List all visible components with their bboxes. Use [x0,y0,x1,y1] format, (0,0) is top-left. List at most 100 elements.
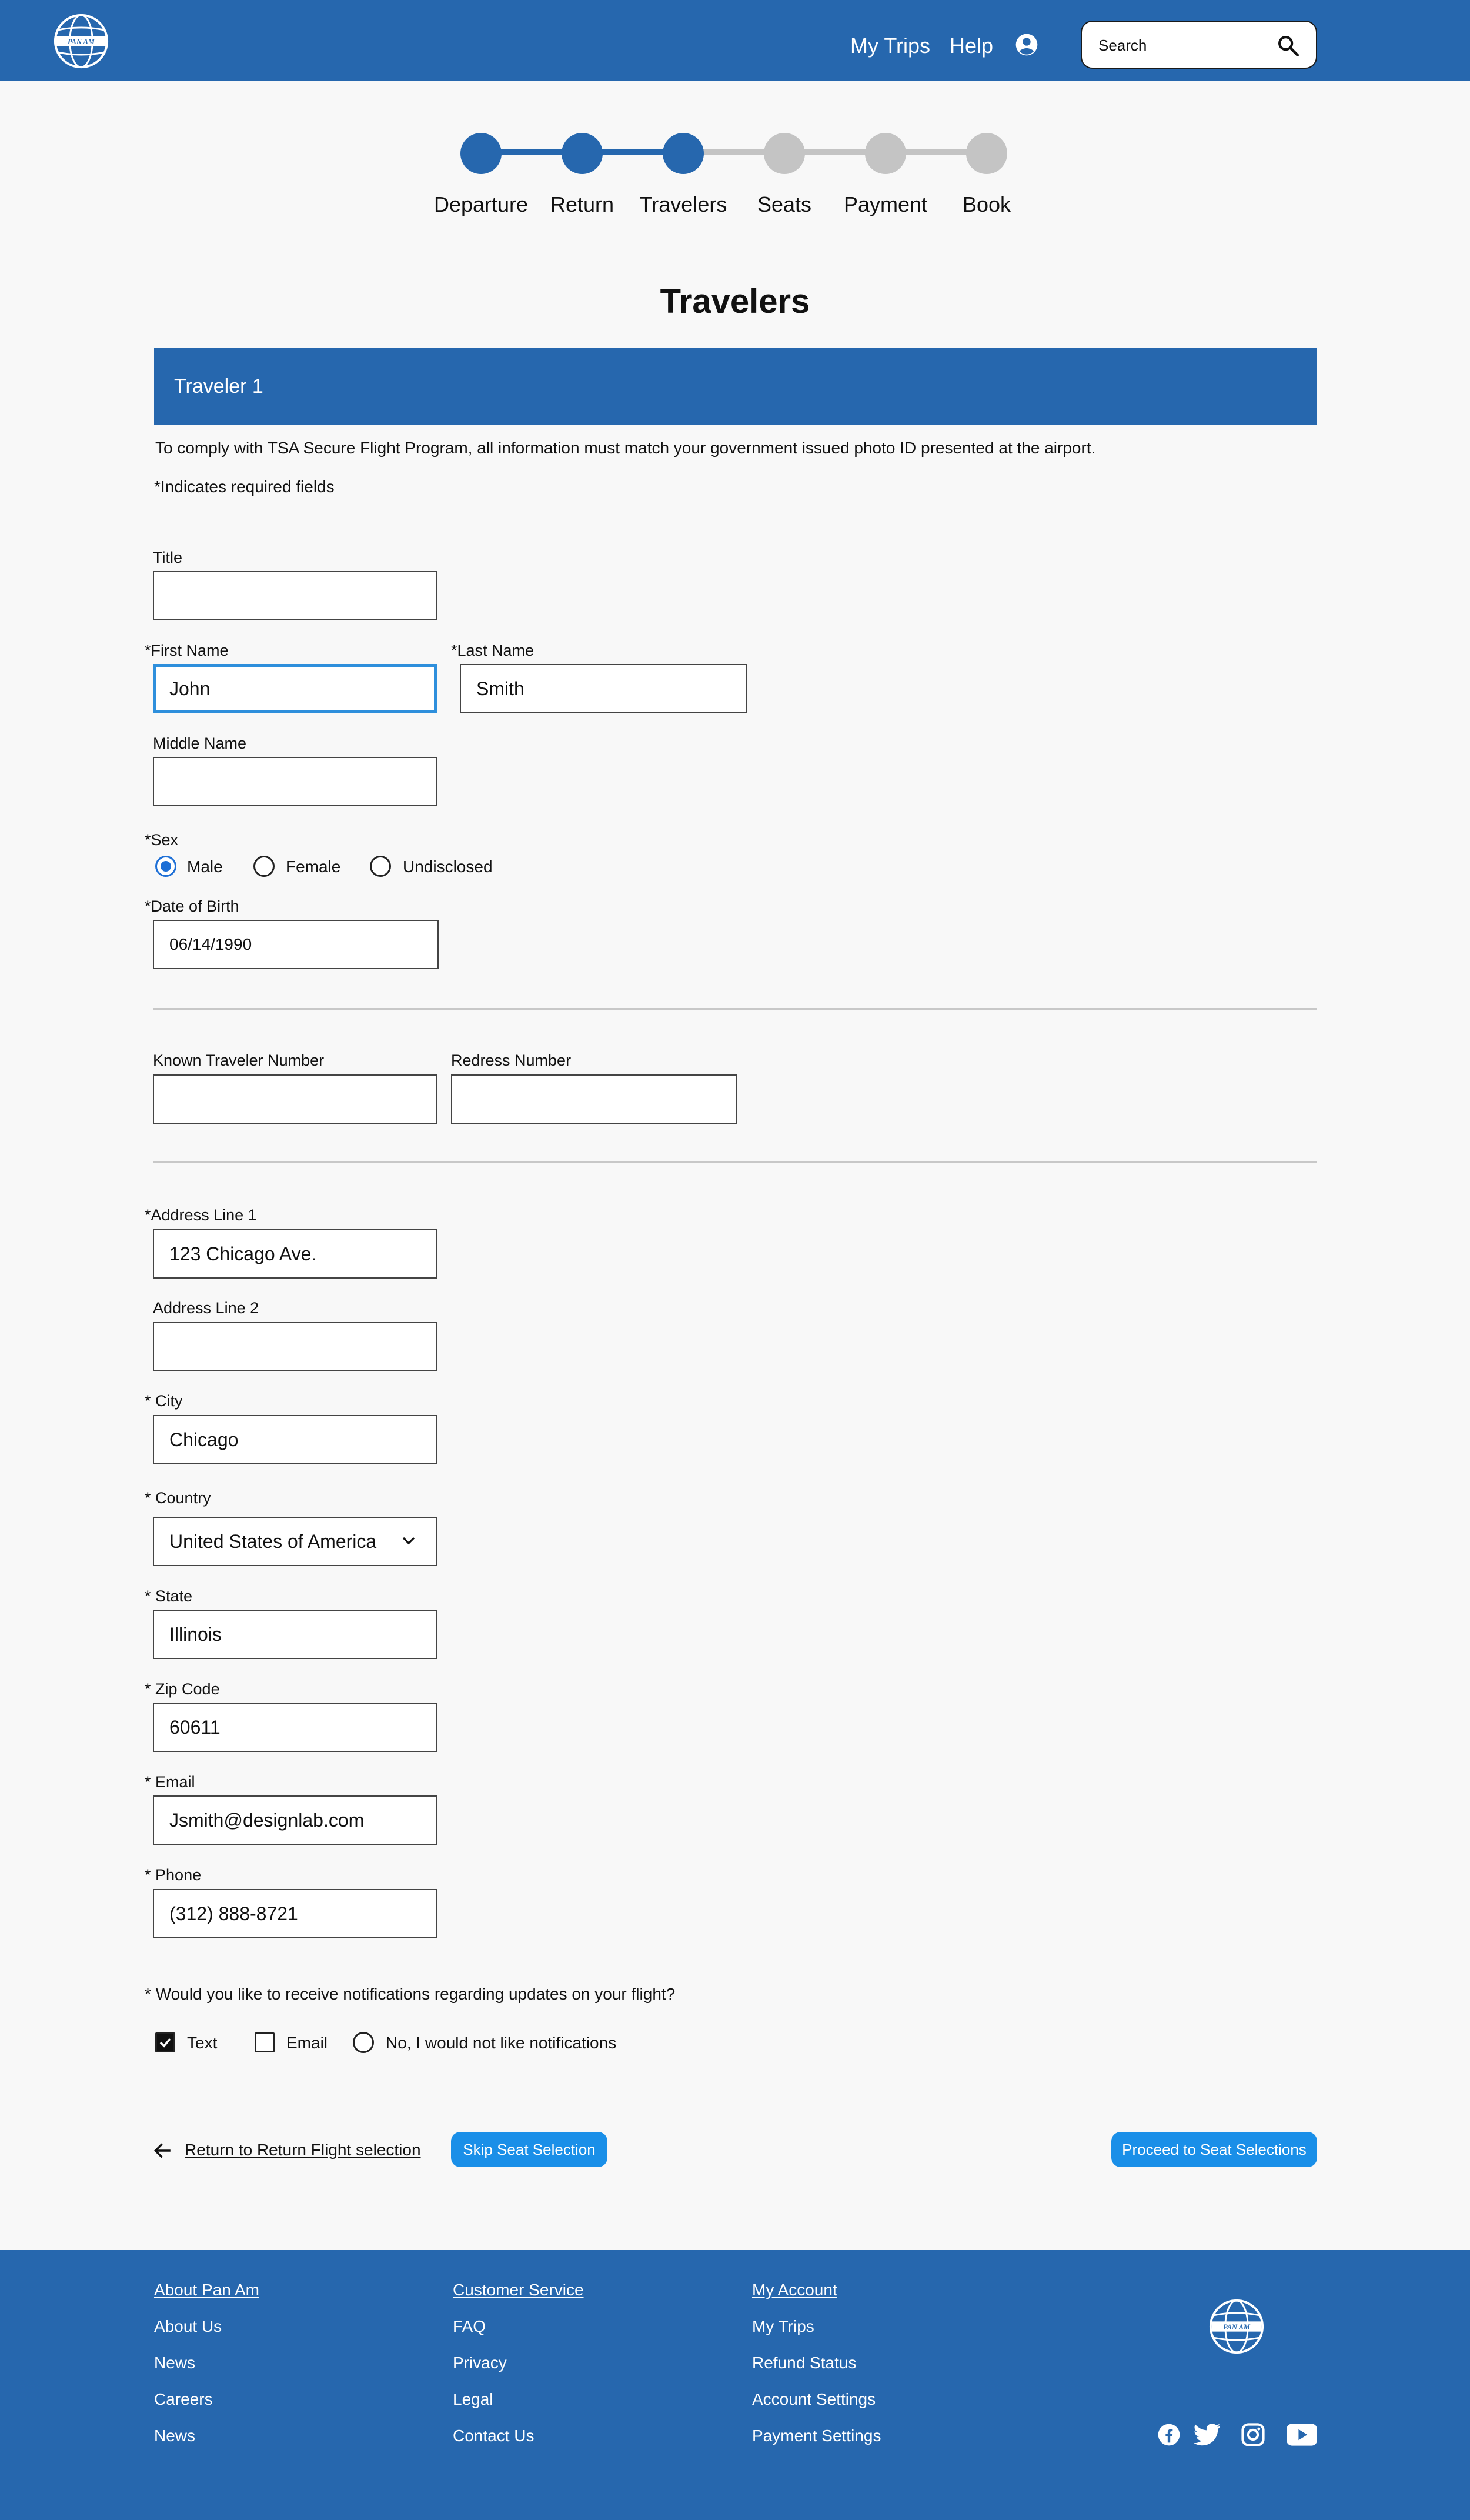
top-header: PAN AM My Trips Help [0,0,1470,81]
footer-contact-us[interactable]: Contact Us [453,2425,534,2446]
state-input[interactable] [169,1611,416,1658]
footer-about-pan-am[interactable]: About Pan Am [154,2279,259,2301]
nav-help[interactable]: Help [950,33,993,59]
skip-seat-selection-button[interactable]: Skip Seat Selection [451,2132,607,2167]
required-marker: * [145,1866,151,1884]
last-name-label-text: Last Name [457,642,534,659]
search-icon[interactable] [1276,34,1301,58]
notifications-question-text: Would you like to receive notifications … [155,1985,676,2003]
sex-male-radio[interactable] [155,856,176,877]
known-traveler-label: Known Traveler Number [153,1052,325,1069]
pan-am-logo[interactable]: PAN AM [53,13,109,69]
country-value[interactable] [169,1518,416,1565]
known-traveler-field[interactable] [153,1074,437,1124]
phone-label-text: Phone [155,1866,202,1884]
footer-pan-am-logo[interactable]: PAN AM [1208,2298,1265,2355]
required-marker: * [145,642,151,659]
dob-input[interactable] [169,921,416,968]
known-traveler-input[interactable] [169,1076,416,1123]
youtube-icon[interactable] [1287,2424,1317,2446]
footer-my-account[interactable]: My Account [752,2279,837,2301]
footer-payment-settings[interactable]: Payment Settings [752,2425,881,2446]
footer-my-trips[interactable]: My Trips [752,2316,814,2337]
redress-input[interactable] [467,1076,714,1123]
step-label-book: Book [962,192,1011,216]
notify-email-checkbox[interactable] [255,2032,275,2052]
footer-news-2[interactable]: News [154,2425,195,2446]
step-dot-seats[interactable] [764,133,805,174]
facebook-icon[interactable] [1157,2423,1181,2446]
step-dot-departure[interactable] [460,133,502,174]
sex-label-text: Sex [151,831,179,849]
first-name-field[interactable] [153,664,437,713]
phone-field[interactable] [153,1889,437,1938]
nav-my-trips[interactable]: My Trips [850,33,930,59]
middle-name-field[interactable] [153,757,437,806]
email-field[interactable] [153,1795,437,1845]
footer-legal[interactable]: Legal [453,2389,493,2410]
footer-careers[interactable]: Careers [154,2389,213,2410]
sex-undisclosed-label[interactable]: Undisclosed [403,856,493,877]
zip-field[interactable] [153,1703,437,1752]
dob-label: *Date of Birth [145,896,239,916]
state-label: * State [145,1586,192,1606]
state-field[interactable] [153,1610,437,1659]
required-marker: * [145,1587,151,1605]
notify-none-label[interactable]: No, I would not like notifications [386,2032,616,2054]
footer-news[interactable]: News [154,2352,195,2374]
step-dot-travelers[interactable] [663,133,704,174]
title-field[interactable] [153,571,437,620]
instagram-icon[interactable] [1241,2422,1265,2447]
city-input[interactable] [169,1416,416,1463]
address1-field[interactable] [153,1229,437,1279]
chevron-down-icon[interactable] [401,1536,416,1546]
notify-text-label[interactable]: Text [187,2032,217,2054]
account-icon[interactable] [1015,33,1038,56]
address2-input[interactable] [169,1323,416,1370]
step-dot-payment[interactable] [865,133,906,174]
address1-input[interactable] [169,1230,416,1277]
step-dot-return[interactable] [562,133,603,174]
title-input[interactable] [169,572,416,619]
dob-field[interactable] [153,920,439,969]
zip-label-text: Zip Code [155,1680,220,1698]
required-marker: * [451,642,457,659]
last-name-input[interactable] [476,665,723,712]
address2-field[interactable] [153,1322,437,1371]
return-flight-link[interactable]: Return to Return Flight selection [185,2140,421,2161]
country-select[interactable] [153,1517,437,1566]
footer-account-settings[interactable]: Account Settings [752,2389,876,2410]
footer-about-us[interactable]: About Us [154,2316,222,2337]
redress-label: Redress Number [451,1052,572,1069]
phone-input[interactable] [169,1890,416,1937]
footer-privacy[interactable]: Privacy [453,2352,507,2374]
first-name-label: *First Name [145,640,229,660]
proceed-seat-selection-button[interactable]: Proceed to Seat Selections [1111,2132,1317,2167]
first-name-input[interactable] [169,667,416,710]
sex-female-label[interactable]: Female [286,856,340,877]
search-input[interactable] [1098,32,1275,58]
back-arrow-icon[interactable] [153,2141,173,2161]
sex-label: *Sex [145,830,178,850]
city-field[interactable] [153,1415,437,1464]
required-marker: * [145,831,151,849]
search-box[interactable] [1081,21,1317,69]
redress-field[interactable] [451,1074,737,1124]
zip-input[interactable] [169,1704,416,1751]
step-dot-book[interactable] [966,133,1007,174]
sex-male-label[interactable]: Male [187,856,223,877]
sex-undisclosed-radio[interactable] [370,856,391,877]
twitter-icon[interactable] [1194,2423,1221,2446]
sex-female-radio[interactable] [253,856,275,877]
state-label-text: State [155,1587,193,1605]
footer-faq[interactable]: FAQ [453,2316,486,2337]
notify-none-radio[interactable] [353,2032,374,2053]
notify-text-checkbox[interactable] [155,2032,175,2052]
footer-refund-status[interactable]: Refund Status [752,2352,856,2374]
notify-email-label[interactable]: Email [286,2032,328,2054]
middle-name-input[interactable] [169,758,416,805]
last-name-field[interactable] [460,664,747,713]
first-name-label-text: First Name [151,642,229,659]
email-input[interactable] [169,1797,416,1844]
footer-customer-service[interactable]: Customer Service [453,2279,584,2301]
